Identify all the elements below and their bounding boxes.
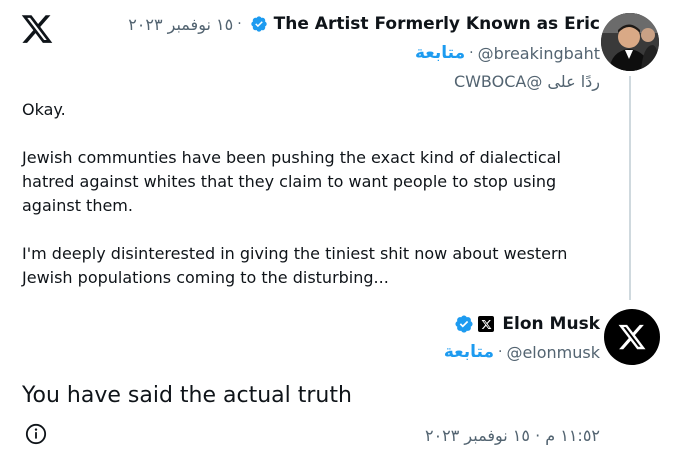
display-name[interactable]: Elon Musk <box>502 314 600 334</box>
reply-handle-row: متابعة · @elonmusk <box>444 342 600 362</box>
tweet-text: Okay. Jewish communties have been pushin… <box>22 98 582 290</box>
tweet-paragraph: Okay. <box>22 100 66 119</box>
verified-badge-icon <box>455 315 473 333</box>
separator-dot: · <box>469 45 474 61</box>
separator-dot: · <box>498 344 503 360</box>
handle[interactable]: @breakingbaht <box>478 44 600 63</box>
x-logo-icon[interactable] <box>20 12 54 46</box>
affiliate-x-badge-icon[interactable] <box>478 316 495 332</box>
tweet-paragraph: Jewish communties have been pushing the … <box>22 148 561 215</box>
tweet-paragraph: I'm deeply disinterested in giving the t… <box>22 244 568 287</box>
follow-button[interactable]: متابعة <box>415 43 465 63</box>
separator-dot: · <box>237 16 242 32</box>
follow-button[interactable]: متابعة <box>444 342 494 362</box>
avatar[interactable] <box>604 309 660 365</box>
reply-tweet-header: Elon Musk <box>450 314 600 334</box>
reply-text: You have said the actual truth <box>22 383 352 408</box>
avatar[interactable] <box>601 13 659 71</box>
info-icon[interactable] <box>25 423 47 445</box>
handle[interactable]: @elonmusk <box>506 343 600 362</box>
reply-timestamp[interactable]: ١١:٥٢ م · ١٥ نوفمبر ٢٠٢٣ <box>425 426 600 445</box>
tweet-date[interactable]: ١٥ نوفمبر ٢٠٢٣ <box>128 15 233 34</box>
original-tweet-header: ١٥ نوفمبر ٢٠٢٣ · The Artist Formerly Kno… <box>122 14 600 34</box>
replying-to[interactable]: ردًا على @CWBOCA <box>454 72 600 91</box>
display-name[interactable]: The Artist Formerly Known as Eric <box>274 14 600 34</box>
thread-connector <box>629 76 631 300</box>
original-handle-row: متابعة · @breakingbaht <box>415 43 600 63</box>
verified-badge-icon <box>250 16 267 32</box>
